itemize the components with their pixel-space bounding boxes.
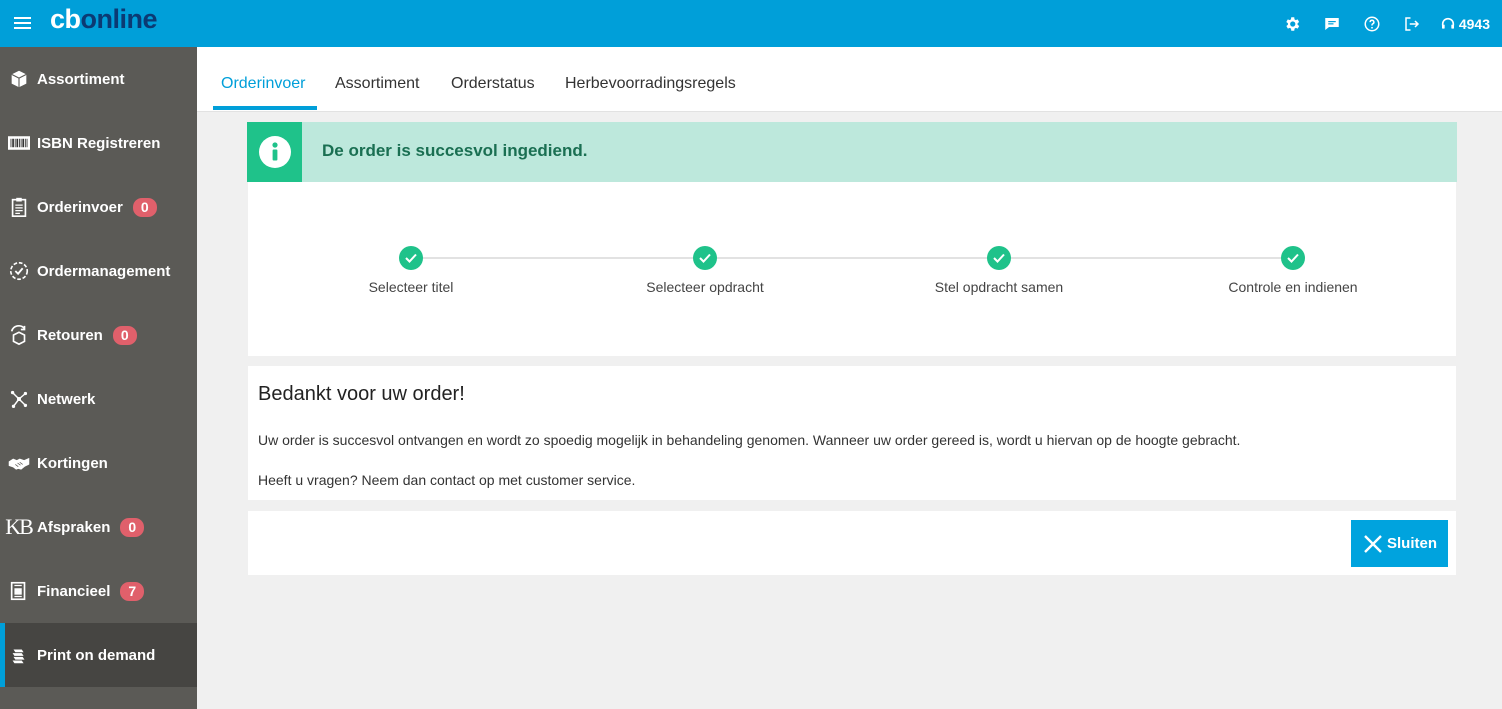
support-phone[interactable]: 4943 [1432, 0, 1502, 47]
count-badge: 0 [132, 197, 157, 217]
count-badge: 0 [112, 325, 137, 345]
box-icon [0, 68, 37, 90]
network-icon [0, 388, 37, 410]
sidebar-item-netwerk[interactable]: Netwerk [0, 367, 197, 431]
sidebar-item-ordermanagement[interactable]: Ordermanagement [0, 239, 197, 303]
sidebar-item-label: Afspraken [37, 518, 111, 536]
active-tab-indicator [213, 106, 317, 110]
success-alert: De order is succesvol ingediend. [247, 122, 1457, 182]
checkmark-icon [693, 246, 717, 270]
top-bar: cbonline 4943 [0, 0, 1502, 47]
logo[interactable]: cbonline [50, 4, 158, 35]
hamburger-menu-icon[interactable] [14, 17, 31, 30]
return-box-icon [0, 324, 37, 346]
barcode-icon [0, 132, 37, 154]
sidebar-item-label: Print on demand [37, 646, 156, 664]
print-stack-icon [0, 644, 37, 666]
top-icons: 4943 [1272, 0, 1502, 47]
kb-logo-icon: KB [5, 514, 34, 539]
sidebar-item-label: Orderinvoer [37, 198, 123, 216]
sidebar-item-assortiment[interactable]: Assortiment [0, 47, 197, 111]
footer-panel: Sluiten [248, 511, 1456, 575]
close-icon [1364, 534, 1382, 553]
sidebar-item-financieel[interactable]: Financieel 7 [0, 559, 197, 623]
count-badge: 7 [120, 581, 145, 601]
sidebar-item-isbn-registreren[interactable]: ISBN Registreren [0, 111, 197, 175]
step-label: Selecteer opdracht [646, 279, 764, 295]
step-selecteer-titel: Selecteer titel [311, 246, 511, 295]
alert-message: De order is succesvol ingediend. [322, 141, 588, 160]
sidebar-item-label: Assortiment [37, 70, 125, 88]
logo-online: online [80, 4, 158, 34]
help-icon[interactable] [1352, 0, 1392, 47]
sidebar-item-label: Netwerk [37, 390, 96, 408]
invoice-icon [0, 580, 37, 602]
thanks-paragraph-1: Uw order is succesvol ontvangen en wordt… [258, 432, 1241, 448]
logout-icon[interactable] [1392, 0, 1432, 47]
handshake-icon [0, 452, 37, 474]
chat-icon[interactable] [1312, 0, 1352, 47]
sidebar-item-label: Financieel [37, 582, 111, 600]
steps-connector-line [411, 257, 1293, 259]
progress-steps: Selecteer titel Selecteer opdracht Stel … [248, 182, 1456, 356]
step-label: Controle en indienen [1228, 279, 1358, 295]
sidebar-item-label: Kortingen [37, 454, 108, 472]
sidebar-item-label: Retouren [37, 326, 103, 344]
sidebar-item-retouren[interactable]: Retouren 0 [0, 303, 197, 367]
checkmark-icon [399, 246, 423, 270]
headset-icon [1441, 17, 1454, 29]
info-icon [247, 122, 302, 182]
tab-herbevoorradingsregels[interactable]: Herbevoorradingsregels [565, 75, 736, 93]
tab-orderstatus[interactable]: Orderstatus [451, 75, 535, 93]
count-badge: 0 [120, 517, 145, 537]
thanks-title: Bedankt voor uw order! [258, 383, 465, 405]
sidebar-item-afspraken[interactable]: KB Afspraken 0 [0, 495, 197, 559]
sidebar-item-label: Ordermanagement [37, 262, 171, 280]
tab-bar: Orderinvoer Assortiment Orderstatus Herb… [197, 47, 1502, 112]
sidebar: Assortiment ISBN Registreren Orderinvoer… [0, 47, 197, 709]
tab-orderinvoer[interactable]: Orderinvoer [221, 75, 305, 93]
close-button-label: Sluiten [1386, 535, 1437, 552]
step-label: Selecteer titel [368, 279, 454, 295]
tab-assortiment[interactable]: Assortiment [335, 75, 419, 93]
step-stel-opdracht-samen: Stel opdracht samen [899, 246, 1099, 295]
support-number: 4943 [1458, 15, 1490, 32]
close-button[interactable]: Sluiten [1351, 520, 1448, 567]
checkmark-icon [1281, 246, 1305, 270]
thanks-paragraph-2: Heeft u vragen? Neem dan contact op met … [258, 472, 636, 488]
gear-icon[interactable] [1272, 0, 1312, 47]
check-circle-icon [0, 260, 37, 282]
sidebar-item-label: ISBN Registreren [37, 134, 161, 152]
sidebar-item-orderinvoer[interactable]: Orderinvoer 0 [0, 175, 197, 239]
checkmark-icon [987, 246, 1011, 270]
sidebar-item-print-on-demand[interactable]: Print on demand [0, 623, 197, 687]
logo-cb: cb [50, 4, 81, 34]
sidebar-item-kortingen[interactable]: Kortingen [0, 431, 197, 495]
step-controle-en-indienen: Controle en indienen [1193, 246, 1393, 295]
step-label: Stel opdracht samen [934, 279, 1064, 295]
thanks-panel: Bedankt voor uw order! Uw order is succe… [248, 366, 1456, 500]
clipboard-icon [0, 196, 37, 218]
step-selecteer-opdracht: Selecteer opdracht [605, 246, 805, 295]
